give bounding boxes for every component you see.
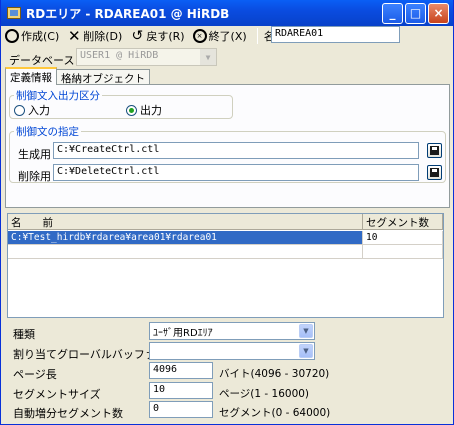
radio-output-label: 出力 (140, 104, 162, 117)
radio-output[interactable]: 出力 (126, 102, 162, 118)
type-label: 種類 (13, 328, 35, 341)
toolbar-separator (256, 28, 258, 44)
undo-icon: ↺ (131, 28, 144, 44)
column-header-segments[interactable]: セグメント数 (363, 214, 443, 230)
buffer-label: 割り当てグローバルバッファ名 (13, 348, 167, 361)
tab-definition[interactable]: 定義情報 (5, 67, 57, 85)
tab-storage-objects[interactable]: 格納オブジェクト (56, 69, 150, 85)
exit-label: 終了(X) (208, 30, 247, 43)
table-cell-empty[interactable] (363, 245, 443, 259)
close-button[interactable]: × (428, 2, 449, 24)
revert-button[interactable]: ↺ 戻す(R) (130, 28, 184, 44)
table-cell-empty[interactable] (8, 245, 363, 259)
radio-input-label: 入力 (28, 104, 50, 117)
table-row[interactable]: C:¥Test_hirdb¥rdarea¥area01¥rdarea01 10 (8, 231, 443, 245)
chevron-down-icon[interactable]: ▼ (299, 344, 313, 358)
database-value: USER1 @ HiRDB (80, 50, 159, 61)
segment-table[interactable]: 名 前 セグメント数 C:¥Test_hirdb¥rdarea¥area01¥r… (7, 213, 444, 318)
segment-size-label: セグメントサイズ (13, 388, 101, 401)
segment-size-unit: ページ(1 - 16000) (219, 388, 310, 400)
delete-label: 削除(D) (83, 30, 123, 43)
create-file-label: 生成用 (18, 148, 51, 161)
page-length-unit: バイト(4096 - 30720) (219, 368, 330, 380)
table-cell-name[interactable]: C:¥Test_hirdb¥rdarea¥area01¥rdarea01 (8, 231, 363, 245)
title-bar[interactable]: RDエリア - RDAREA01 @ HiRDB _ □ × (1, 0, 453, 26)
window-title: RDエリア - RDAREA01 @ HiRDB (26, 6, 230, 21)
name-input[interactable]: RDAREA01 (271, 26, 400, 43)
rdarea-window: RDエリア - RDAREA01 @ HiRDB _ □ × 作成(C) ✕ 削… (0, 0, 454, 425)
spec-group: 制御文の指定 生成用 C:¥CreateCtrl.ctl 削除用 C:¥Dele… (9, 124, 446, 183)
auto-increment-label: 自動増分セグメント数 (13, 407, 123, 420)
table-row-empty[interactable] (8, 245, 443, 259)
create-file-input[interactable]: C:¥CreateCtrl.ctl (53, 142, 419, 159)
radio-input-circle[interactable] (14, 104, 25, 116)
auto-increment-input[interactable]: 0 (149, 401, 213, 418)
create-label: 作成(C) (21, 30, 60, 43)
column-header-name[interactable]: 名 前 (8, 214, 363, 230)
database-label: データベース (9, 54, 75, 67)
definition-panel: 制御文入出力区分 入力 出力 制御文の指定 生成用 C:¥CreateCtrl.… (5, 84, 450, 208)
page-length-input[interactable]: 4096 (149, 362, 213, 379)
save-icon (430, 146, 439, 155)
maximize-button[interactable]: □ (405, 2, 426, 24)
io-group: 制御文入出力区分 入力 出力 (9, 88, 233, 119)
database-select[interactable]: USER1 @ HiRDB ▼ (76, 48, 217, 66)
exit-icon: × (192, 29, 207, 43)
delete-file-label: 削除用 (18, 170, 51, 183)
save-icon (430, 168, 439, 177)
create-button[interactable]: 作成(C) (5, 28, 59, 44)
auto-increment-unit: セグメント(0 - 64000) (219, 407, 331, 419)
page-length-label: ページ長 (13, 368, 57, 381)
tab-bar: 定義情報 格納オブジェクト (5, 67, 150, 85)
circle-icon (5, 29, 19, 43)
chevron-down-icon[interactable]: ▼ (299, 324, 313, 338)
create-file-browse-button[interactable] (427, 143, 442, 158)
delete-button[interactable]: ✕ 削除(D) (67, 28, 122, 44)
chevron-down-icon[interactable]: ▼ (200, 49, 216, 65)
type-value: ﾕｰｻﾞ用RDｴﾘｱ (153, 328, 213, 339)
segment-size-input[interactable]: 10 (149, 382, 213, 399)
type-select[interactable]: ﾕｰｻﾞ用RDｴﾘｱ ▼ (149, 322, 315, 340)
radio-output-circle[interactable] (126, 104, 137, 116)
spec-group-title: 制御文の指定 (14, 124, 81, 139)
delete-file-input[interactable]: C:¥DeleteCtrl.ctl (53, 164, 419, 181)
minimize-button[interactable]: _ (382, 2, 403, 24)
app-icon[interactable] (7, 7, 21, 19)
delete-file-browse-button[interactable] (427, 165, 442, 180)
io-group-title: 制御文入出力区分 (14, 88, 102, 103)
table-cell-segments[interactable]: 10 (363, 231, 443, 245)
buffer-select[interactable]: ▼ (149, 342, 315, 360)
revert-label: 戻す(R) (146, 30, 185, 43)
cross-icon: ✕ (67, 27, 81, 45)
exit-button[interactable]: × 終了(X) (192, 28, 247, 44)
radio-input[interactable]: 入力 (14, 102, 50, 118)
